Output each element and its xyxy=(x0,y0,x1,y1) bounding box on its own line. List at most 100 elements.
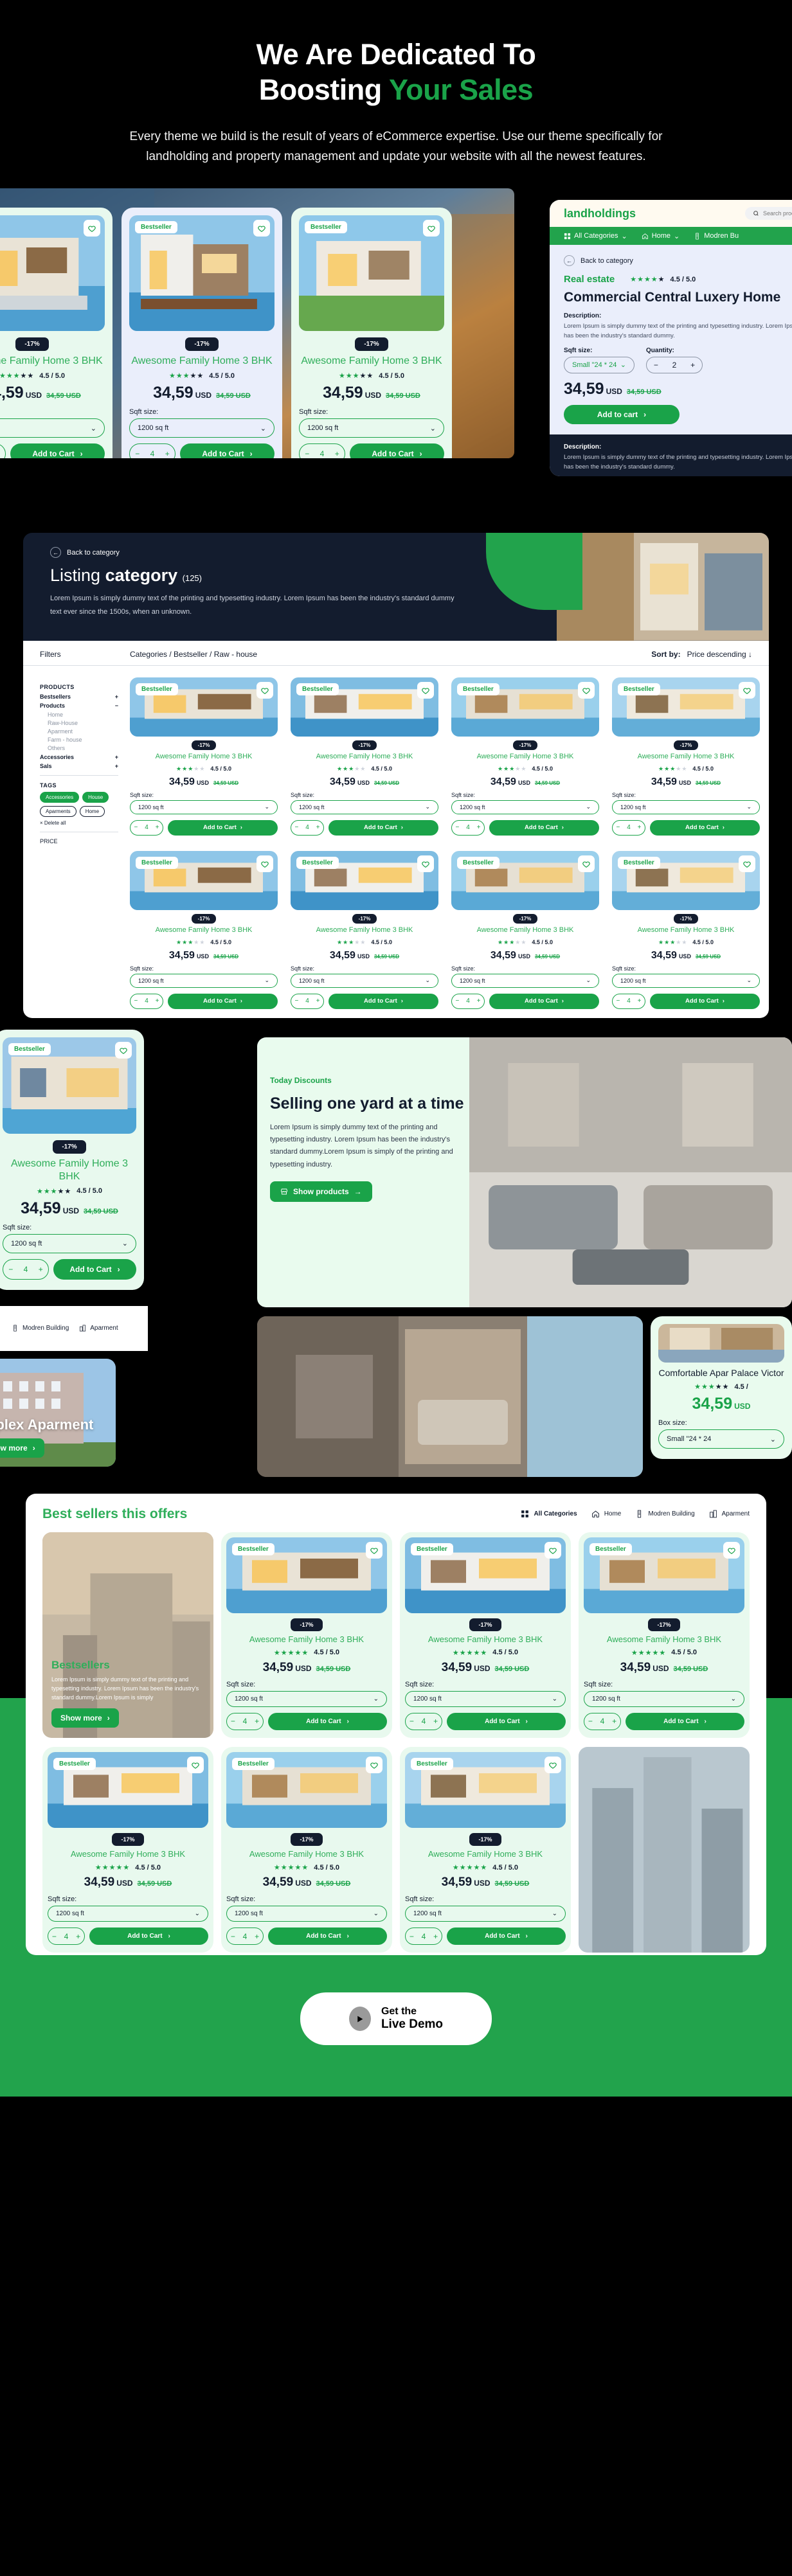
add-to-cart-button[interactable]: Add to Cart › xyxy=(168,993,278,1009)
add-to-cart-button[interactable]: Add to Cart › xyxy=(650,993,760,1009)
product-card[interactable]: Bestseller -17% Awesome Family Home 3 BH… xyxy=(287,846,442,1015)
sqft-select[interactable]: 1200 sq ft ⌄ xyxy=(3,1233,136,1253)
product-card[interactable]: Bestseller -17% Awesome Family Home 3 BH… xyxy=(122,208,282,459)
quantity-stepper[interactable]: − 4 + xyxy=(612,993,645,1009)
quantity-stepper[interactable]: − 4 + xyxy=(584,1712,621,1730)
minus-icon[interactable]: − xyxy=(134,997,138,1005)
plus-icon[interactable]: + xyxy=(477,997,481,1005)
minus-icon[interactable]: − xyxy=(455,997,459,1005)
favorite-icon[interactable] xyxy=(578,682,595,699)
plus-icon[interactable]: + xyxy=(255,1932,259,1941)
quantity-stepper[interactable]: − 4 + xyxy=(299,443,345,459)
show-products-button[interactable]: Show products → xyxy=(270,1181,372,1202)
plus-icon[interactable]: + xyxy=(76,1932,80,1941)
favorite-icon[interactable] xyxy=(366,1756,382,1773)
sqft-select[interactable]: 1200 sq ft ⌄ xyxy=(299,418,444,438)
filter-sublink[interactable]: Home xyxy=(48,711,118,718)
minus-icon[interactable]: − xyxy=(616,997,620,1005)
favorite-icon[interactable] xyxy=(739,682,755,699)
add-to-cart-button[interactable]: Add to Cart › xyxy=(268,1712,387,1730)
plus-icon[interactable]: + xyxy=(316,997,320,1005)
sqft-select[interactable]: 1200 sq ft ⌄ xyxy=(612,973,760,988)
sqft-select[interactable]: 1200 sq ft ⌄ xyxy=(451,973,599,988)
category-apartment[interactable]: Aparment xyxy=(79,1325,118,1332)
minus-icon[interactable]: − xyxy=(8,1265,13,1274)
filter-sublink[interactable]: Raw-House xyxy=(48,720,118,726)
sqft-select[interactable]: 1200 sq ft ⌄ xyxy=(130,973,278,988)
plus-icon[interactable]: + xyxy=(255,1717,259,1726)
plus-icon[interactable]: + xyxy=(690,361,695,370)
sqft-select[interactable]: 1200 sq ft ⌄ xyxy=(129,418,274,438)
delete-all-link[interactable]: × Delete all xyxy=(40,820,118,826)
plus-icon[interactable]: + xyxy=(638,824,642,831)
tile-cta-button[interactable]: Show more› xyxy=(0,1438,44,1458)
sqft-select[interactable]: 1200 sq ft ⌄ xyxy=(405,1906,566,1922)
product-card[interactable]: Bestseller -17% Awesome Family Home 3 BH… xyxy=(0,1029,144,1290)
add-to-cart-button[interactable]: Add to Cart › xyxy=(89,1928,208,1945)
favorite-icon[interactable] xyxy=(417,855,434,872)
nav-home[interactable]: Home ⌄ xyxy=(642,232,680,240)
sqft-select[interactable]: 1200 sq ft ⌄ xyxy=(291,800,438,814)
site-logo[interactable]: landholdings xyxy=(564,207,636,220)
category-apartment[interactable]: Aparment xyxy=(709,1510,750,1518)
plus-icon[interactable]: + xyxy=(433,1717,438,1726)
sqft-select[interactable]: 1200 sq ft ⌄ xyxy=(0,418,105,438)
minus-icon[interactable]: − xyxy=(231,1717,235,1726)
add-to-cart-button[interactable]: Add to Cart › xyxy=(180,443,274,459)
bestsellers-promo-tile[interactable]: Bestsellers Lorem Ipsum is simply dummy … xyxy=(42,1532,213,1738)
favorite-icon[interactable] xyxy=(723,1541,740,1559)
product-card[interactable]: Bestseller -17% Awesome Family Home 3 BH… xyxy=(400,1532,571,1738)
product-card[interactable]: Bestseller -17% Awesome Family Home 3 BH… xyxy=(608,674,764,842)
tag-chip[interactable]: House xyxy=(82,792,109,803)
product-card[interactable]: Bestseller -17% Awesome Family Home 3 BH… xyxy=(400,1746,571,1953)
quantity-stepper[interactable]: − 4 + xyxy=(3,1258,49,1280)
quantity-stepper[interactable]: − 4 + xyxy=(130,993,163,1009)
favorite-icon[interactable] xyxy=(423,220,440,237)
quantity-stepper[interactable]: − 4 + xyxy=(451,993,485,1009)
quantity-stepper[interactable]: − 4 + xyxy=(291,819,324,836)
quantity-stepper[interactable]: − 4 + xyxy=(0,443,6,459)
plus-icon[interactable]: + xyxy=(638,997,642,1005)
favorite-icon[interactable] xyxy=(256,682,273,699)
product-card[interactable]: Bestseller -17% Awesome Family Home 3 BH… xyxy=(126,674,282,842)
minus-icon[interactable]: − xyxy=(305,449,309,458)
tag-chip[interactable]: Home xyxy=(79,806,105,818)
add-to-cart-button[interactable]: Add to Cart › xyxy=(168,819,278,836)
sqft-select[interactable]: 1200 sq ft ⌄ xyxy=(226,1690,387,1707)
tag-chip[interactable]: Accessories xyxy=(40,792,80,803)
plus-icon[interactable]: + xyxy=(316,824,320,831)
add-to-cart-button[interactable]: Add to Cart › xyxy=(626,1712,744,1730)
category-home[interactable]: Home xyxy=(591,1510,621,1518)
minus-icon[interactable]: − xyxy=(616,824,620,831)
live-demo-button[interactable]: Get the Live Demo xyxy=(300,1992,492,2046)
bestsellers-promo-tile[interactable] xyxy=(579,1746,750,1953)
favorite-icon[interactable] xyxy=(187,1756,204,1773)
plus-icon[interactable]: + xyxy=(156,997,159,1005)
category-tile[interactable]: Duplex Aparment Show more› xyxy=(0,1358,116,1467)
minus-icon[interactable]: − xyxy=(52,1932,57,1941)
add-to-cart-button[interactable]: Add to Cart › xyxy=(650,819,760,836)
add-to-cart-button[interactable]: Add to Cart › xyxy=(53,1258,136,1280)
quantity-stepper[interactable]: − 4 + xyxy=(405,1928,442,1945)
plus-icon[interactable]: + xyxy=(39,1265,43,1274)
favorite-icon[interactable] xyxy=(253,220,270,237)
sqft-select[interactable]: 1200 sq ft ⌄ xyxy=(291,973,438,988)
sqft-select[interactable]: 1200 sq ft ⌄ xyxy=(451,800,599,814)
quantity-stepper[interactable]: − 4 + xyxy=(226,1928,264,1945)
nav-all-categories[interactable]: All Categories ⌄ xyxy=(564,232,627,240)
product-card[interactable]: Bestseller -17% Awesome Family Home 3 BH… xyxy=(291,208,452,459)
sqft-select[interactable]: 1200 sq ft ⌄ xyxy=(226,1906,387,1922)
product-card[interactable]: Bestseller -17% Awesome Family Home 3 BH… xyxy=(447,846,603,1015)
product-card[interactable]: Comfortable Apar Palace Victor ★★★★★ 4.5… xyxy=(651,1316,792,1460)
category-modern-building[interactable]: Modren Building xyxy=(12,1325,69,1332)
plus-icon[interactable]: + xyxy=(156,824,159,831)
filter-row[interactable]: Sals + xyxy=(40,763,118,769)
tag-chip[interactable]: Aparments xyxy=(40,806,76,818)
add-to-cart-button[interactable]: Add to Cart › xyxy=(350,443,444,459)
minus-icon[interactable]: − xyxy=(134,824,138,831)
product-card[interactable]: -17% Awesome Family Home 3 BHK ★★★★★ 4.5… xyxy=(0,208,113,459)
show-more-button[interactable]: Show more › xyxy=(51,1708,119,1728)
sqft-select[interactable]: Small "24 * 24 ⌄ xyxy=(564,356,634,373)
favorite-icon[interactable] xyxy=(115,1041,132,1059)
sqft-select[interactable]: 1200 sq ft ⌄ xyxy=(612,800,760,814)
